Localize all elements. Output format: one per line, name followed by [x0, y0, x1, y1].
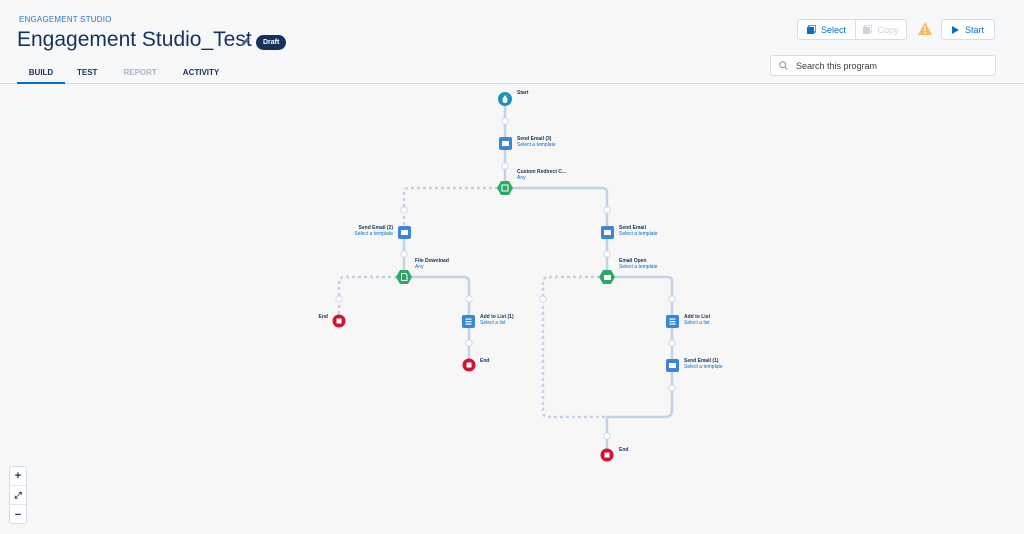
zoom-out-button[interactable]: − — [10, 505, 26, 524]
search-placeholder: Search this program — [796, 60, 878, 71]
copy-icon — [863, 25, 873, 34]
add-step-button — [335, 295, 343, 303]
status-badge: Draft — [256, 35, 287, 50]
add-step-buttons — [335, 117, 676, 440]
envelope-icon — [502, 141, 509, 146]
select-icon — [806, 25, 816, 34]
fit-to-screen-button[interactable]: ⤢ — [10, 486, 26, 505]
start-button[interactable]: Start — [941, 19, 995, 40]
custom-redirect-node — [497, 181, 513, 195]
select-label: Select — [820, 24, 846, 35]
flow-canvas[interactable]: Start Send Email (3) Select a template Cu… — [0, 85, 1024, 534]
copy-button: Copy — [856, 20, 906, 39]
node-label-send-email[interactable]: Send Email Select a template — [619, 225, 658, 237]
end-nodes — [332, 314, 614, 462]
connector-dashed — [541, 275, 607, 419]
add-step-button — [501, 162, 509, 170]
connector — [512, 186, 609, 277]
tab-activity[interactable]: ACTIVITY — [183, 64, 219, 84]
play-icon — [951, 25, 959, 34]
page-title: Engagement Studio_Test — [17, 28, 252, 51]
tab-bar: BUILD TEST REPORT ACTIVITY — [17, 64, 245, 84]
node-label-send-email-2[interactable]: Send Email (2) Select a template — [354, 225, 393, 237]
search-icon — [779, 61, 788, 70]
select-copy-group: Select Copy — [797, 19, 907, 40]
edit-pencil-icon[interactable] — [240, 37, 250, 47]
node-label-add-to-list[interactable]: Add to List Select a list — [684, 314, 710, 326]
breadcrumb[interactable]: ENGAGEMENT STUDIO — [19, 15, 112, 24]
connector — [605, 275, 674, 455]
node-label-start[interactable]: Start — [517, 90, 528, 96]
program-header: ENGAGEMENT STUDIO Engagement Studio_Test… — [0, 0, 1024, 84]
node-label-file-download[interactable]: File Download Any — [415, 258, 449, 270]
add-step-button — [400, 250, 408, 258]
add-step-button — [400, 206, 408, 214]
copy-label: Copy — [877, 24, 899, 35]
connector-dashed — [402, 186, 498, 232]
select-button[interactable]: Select — [798, 20, 856, 39]
add-step-button — [603, 250, 611, 258]
zoom-controls: + ⤢ − — [9, 466, 27, 524]
list-icon — [465, 318, 472, 320]
node-label-email-open[interactable]: Email Open Select a template — [619, 258, 658, 270]
tab-test[interactable]: TEST — [77, 64, 97, 84]
node-label-end-3[interactable]: End — [619, 447, 628, 453]
connector — [411, 275, 471, 365]
add-step-button — [501, 117, 509, 125]
add-step-button — [465, 339, 473, 347]
flow-connectors — [332, 92, 679, 462]
node-label-custom-redirect[interactable]: Custom Redirect C... Any — [517, 169, 566, 181]
envelope-icon — [401, 230, 408, 235]
add-step-button — [603, 432, 611, 440]
zoom-in-button[interactable]: + — [10, 467, 26, 486]
connector-dashed — [337, 275, 397, 321]
node-label-send-email-3[interactable]: Send Email (3) Select a template — [517, 136, 556, 148]
add-step-button — [668, 295, 676, 303]
add-step-button — [465, 295, 473, 303]
warning-icon[interactable] — [918, 22, 932, 35]
start-label: Start — [964, 24, 984, 35]
tab-build[interactable]: BUILD — [17, 64, 65, 84]
node-label-send-email-1[interactable]: Send Email (1) Select a template — [684, 358, 723, 370]
add-step-button — [539, 295, 547, 303]
search-input[interactable]: Search this program — [770, 55, 996, 76]
tab-report: REPORT — [123, 68, 157, 77]
add-step-button — [668, 339, 676, 347]
list-icon — [669, 318, 676, 320]
node-label-end-1[interactable]: End — [319, 314, 328, 320]
envelope-icon — [604, 275, 611, 280]
envelope-icon — [604, 230, 611, 235]
envelope-icon — [669, 363, 676, 368]
add-step-button — [668, 384, 676, 392]
add-step-button — [603, 206, 611, 214]
node-label-end-2[interactable]: End — [480, 358, 489, 364]
file-download-node — [396, 270, 412, 284]
node-label-add-to-list-1[interactable]: Add to List (1) Select a list — [480, 314, 514, 326]
